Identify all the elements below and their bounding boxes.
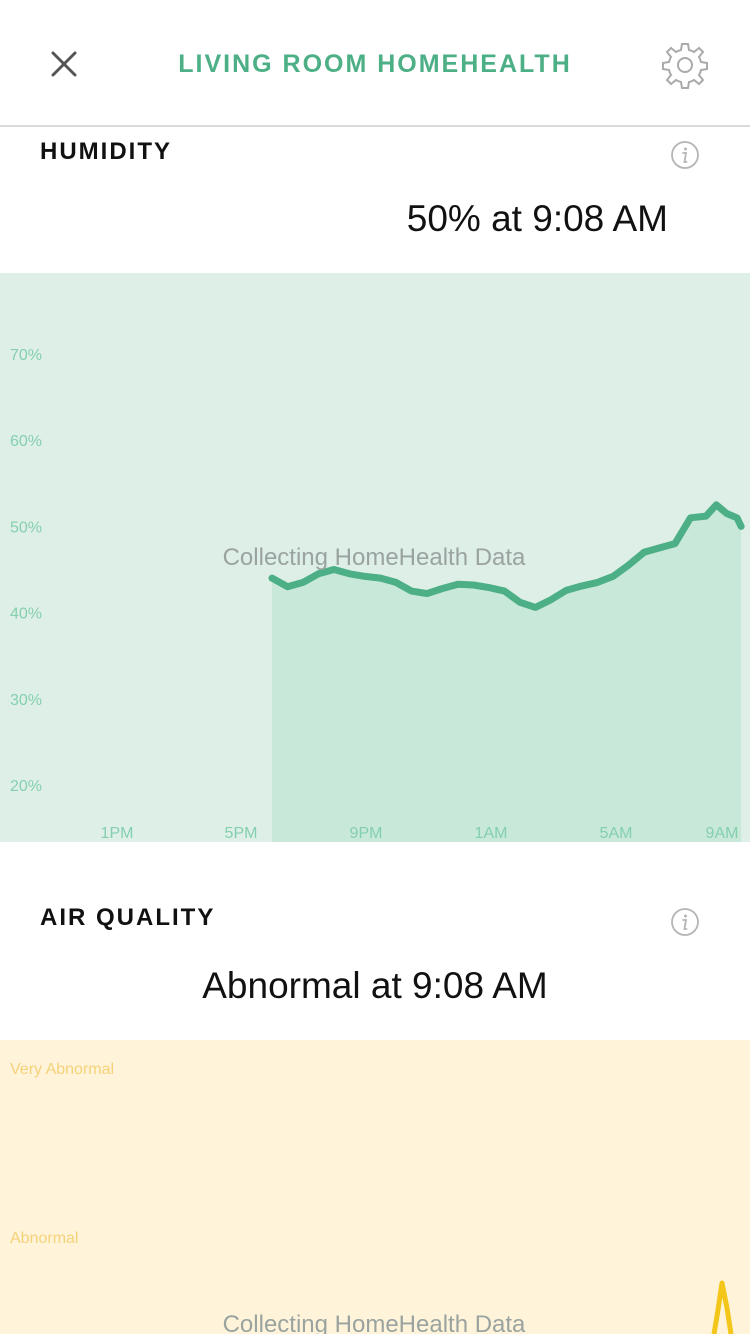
air-quality-collecting-label: Collecting HomeHealth Data [223, 1311, 526, 1334]
air-quality-chart-svg: Very Abnormal Abnormal Collecting HomeHe… [0, 1040, 750, 1334]
air-quality-y-label-abnormal: Abnormal [10, 1230, 78, 1247]
humidity-x-tick-label: 5AM [600, 825, 633, 842]
air-quality-info-icon[interactable] [670, 907, 700, 937]
humidity-x-tick-label: 9PM [350, 825, 383, 842]
humidity-y-tick-label: 30% [10, 692, 42, 709]
humidity-collecting-label: Collecting HomeHealth Data [223, 544, 526, 571]
humidity-reading: 50% at 9:08 AM [406, 198, 668, 239]
humidity-y-tick-label: 70% [10, 347, 42, 364]
humidity-title: HUMIDITY [40, 138, 172, 165]
navigation-bar: LIVING ROOM HOMEHEALTH [0, 0, 750, 127]
gear-icon[interactable] [660, 40, 710, 90]
humidity-chart: Collecting HomeHealth Data 70% 60% 50% 40% 3… [0, 273, 750, 842]
air-quality-title: AIR QUALITY [40, 904, 216, 931]
humidity-y-tick-label: 40% [10, 606, 42, 623]
air-quality-chart-background [0, 1040, 750, 1334]
humidity-x-tick-label: 1AM [475, 825, 508, 842]
humidity-y-tick-label: 20% [10, 778, 42, 795]
air-quality-y-label-very-abnormal: Very Abnormal [10, 1061, 114, 1078]
air-quality-reading: Abnormal at 9:08 AM [202, 965, 548, 1006]
humidity-y-tick-label: 50% [10, 519, 42, 536]
humidity-x-tick-label: 5PM [225, 825, 258, 842]
page-title: LIVING ROOM HOMEHEALTH [178, 50, 572, 78]
air-quality-chart: Very Abnormal Abnormal Collecting HomeHe… [0, 1040, 750, 1334]
humidity-x-tick-label: 9AM [706, 825, 739, 842]
humidity-info-icon[interactable] [670, 140, 700, 170]
humidity-y-tick-label: 60% [10, 433, 42, 450]
humidity-x-tick-label: 1PM [101, 825, 134, 842]
humidity-chart-svg: Collecting HomeHealth Data 70% 60% 50% 40% 3… [0, 273, 750, 842]
